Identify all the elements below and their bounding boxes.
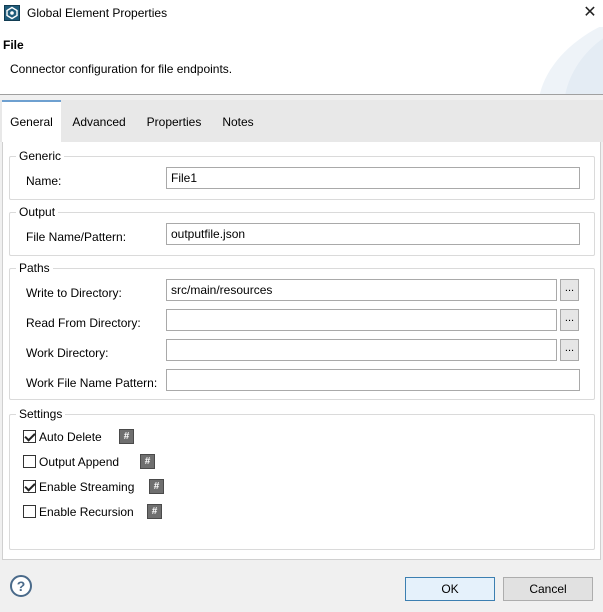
close-icon[interactable]: ✕ bbox=[580, 3, 600, 23]
generic-group: Generic Name: bbox=[9, 149, 595, 200]
output-group: Output File Name/Pattern: bbox=[9, 205, 595, 256]
paths-group: Paths Write to Directory: ... Read From … bbox=[9, 261, 595, 400]
enable-recursion-checkbox[interactable] bbox=[23, 505, 36, 518]
file-pattern-label: File Name/Pattern: bbox=[26, 230, 127, 244]
enable-streaming-label[interactable]: Enable Streaming bbox=[39, 480, 134, 494]
group-title-settings: Settings bbox=[16, 407, 66, 421]
header-description: Connector configuration for file endpoin… bbox=[10, 62, 233, 76]
enable-streaming-expression-icon[interactable]: # bbox=[149, 479, 164, 494]
tab-bar: General Advanced Properties Notes bbox=[0, 100, 603, 142]
enable-recursion-label[interactable]: Enable Recursion bbox=[39, 505, 134, 519]
read-directory-label: Read From Directory: bbox=[26, 316, 141, 330]
write-directory-input[interactable] bbox=[166, 279, 557, 301]
work-directory-browse-button[interactable]: ... bbox=[560, 339, 579, 361]
help-icon[interactable]: ? bbox=[10, 575, 32, 597]
work-file-pattern-label: Work File Name Pattern: bbox=[26, 376, 158, 390]
auto-delete-label[interactable]: Auto Delete bbox=[39, 430, 102, 444]
tab-properties[interactable]: Properties bbox=[140, 100, 208, 142]
work-directory-input[interactable] bbox=[166, 339, 557, 361]
dialog-header: File Connector configuration for file en… bbox=[0, 27, 603, 95]
output-append-label[interactable]: Output Append bbox=[39, 455, 119, 469]
name-input[interactable] bbox=[166, 167, 580, 189]
file-pattern-input[interactable] bbox=[166, 223, 580, 245]
auto-delete-expression-icon[interactable]: # bbox=[119, 429, 134, 444]
write-directory-browse-button[interactable]: ... bbox=[560, 279, 579, 301]
group-title-generic: Generic bbox=[16, 149, 65, 163]
mule-config-icon bbox=[4, 5, 20, 21]
output-append-expression-icon[interactable]: # bbox=[140, 454, 155, 469]
cancel-button[interactable]: Cancel bbox=[503, 577, 593, 601]
ok-button[interactable]: OK bbox=[405, 577, 495, 601]
work-file-pattern-input[interactable] bbox=[166, 369, 580, 391]
read-directory-input[interactable] bbox=[166, 309, 557, 331]
group-title-output: Output bbox=[16, 205, 59, 219]
enable-recursion-expression-icon[interactable]: # bbox=[147, 504, 162, 519]
auto-delete-checkbox[interactable] bbox=[23, 430, 36, 443]
title-bar: Global Element Properties ✕ bbox=[0, 0, 603, 27]
work-directory-label: Work Directory: bbox=[26, 346, 109, 360]
window-title: Global Element Properties bbox=[27, 6, 168, 20]
write-directory-label: Write to Directory: bbox=[26, 286, 122, 300]
tab-notes[interactable]: Notes bbox=[216, 100, 260, 142]
read-directory-browse-button[interactable]: ... bbox=[560, 309, 579, 331]
name-label: Name: bbox=[26, 174, 62, 188]
tab-general[interactable]: General bbox=[2, 100, 61, 142]
output-append-checkbox[interactable] bbox=[23, 455, 36, 468]
enable-streaming-checkbox[interactable] bbox=[23, 480, 36, 493]
general-tab-panel: Generic Name: Output File Name/Pattern: … bbox=[2, 142, 601, 560]
header-decoration-graphic bbox=[539, 27, 603, 94]
group-title-paths: Paths bbox=[16, 261, 53, 275]
settings-group: Settings Auto Delete # Output Append # E… bbox=[9, 407, 595, 550]
header-title: File bbox=[3, 38, 24, 52]
tab-advanced[interactable]: Advanced bbox=[66, 100, 132, 142]
